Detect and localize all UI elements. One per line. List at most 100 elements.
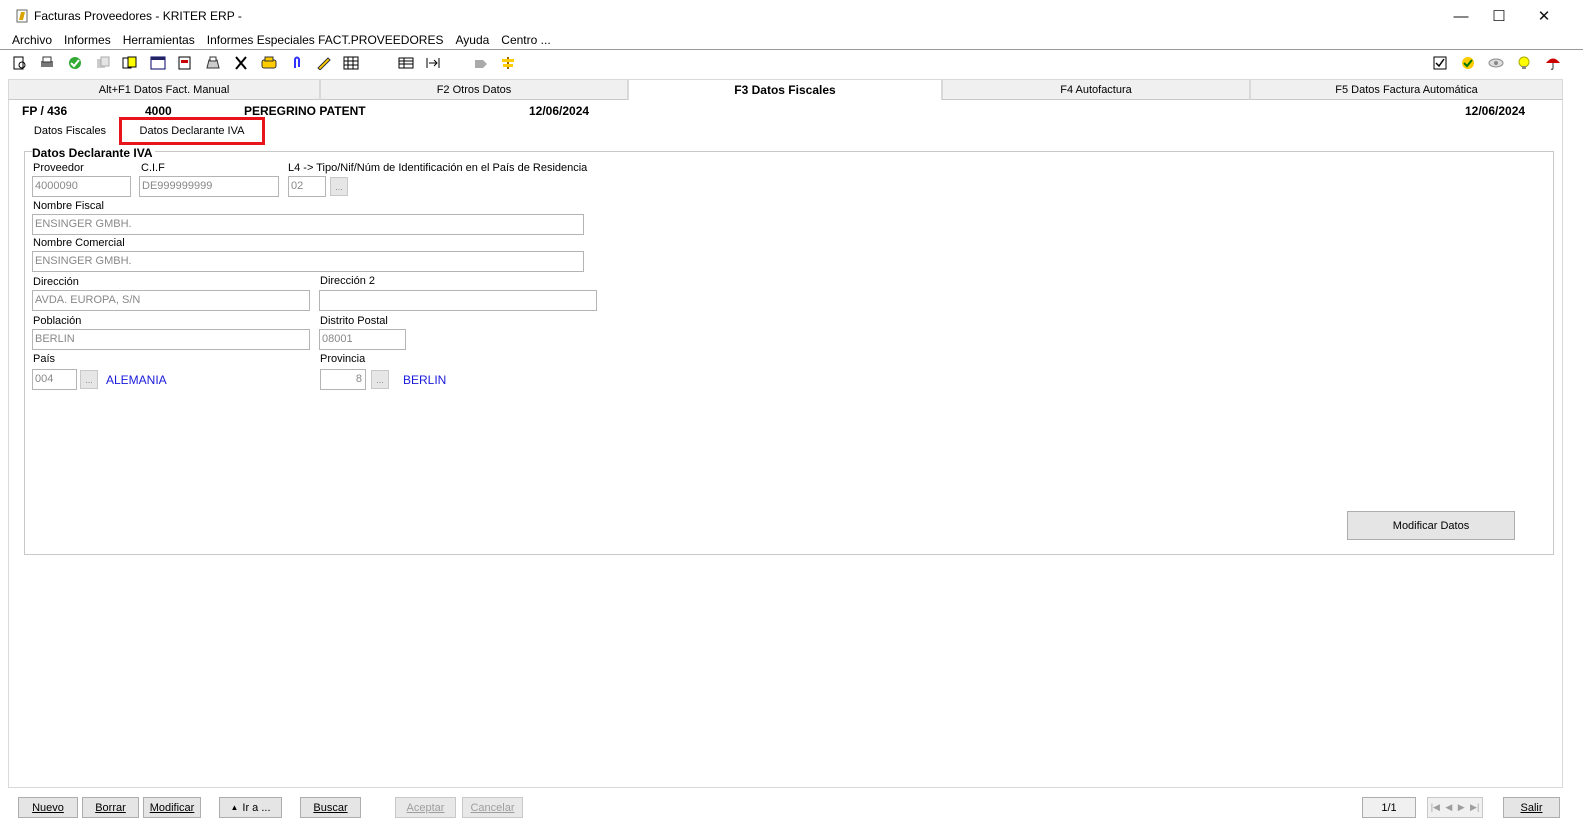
proveedor-label: Proveedor (33, 162, 84, 174)
aceptar-label: Aceptar (406, 801, 445, 814)
first-record-icon[interactable]: |◀ (1431, 802, 1440, 813)
subtab-label: Datos Declarante IVA (139, 125, 245, 137)
distrito-postal-label: Distrito Postal (320, 315, 388, 327)
minimize-icon: — (1453, 7, 1469, 25)
cancelar-button[interactable]: Cancelar (462, 797, 523, 818)
modificar-datos-button[interactable]: Modificar Datos (1347, 511, 1515, 540)
provincia-lookup-button[interactable]: ... (371, 370, 389, 389)
next-record-icon[interactable]: ▶ (1458, 802, 1465, 813)
lightbulb-icon[interactable] (1516, 55, 1532, 71)
l4-lookup-button[interactable]: ... (330, 177, 348, 196)
tab-datos-fact-manual[interactable]: Alt+F1 Datos Fact. Manual (8, 79, 320, 100)
provincia-field[interactable]: 8 (320, 369, 366, 390)
fit-icon[interactable] (425, 55, 441, 71)
tab-label: Alt+F1 Datos Fact. Manual (98, 83, 230, 96)
maximize-button[interactable]: ☐ (1476, 4, 1522, 28)
maximize-icon: ☐ (1492, 8, 1506, 25)
nombre-comercial-label: Nombre Comercial (33, 237, 125, 249)
tab-autofactura[interactable]: F4 Autofactura (942, 79, 1250, 100)
signpost-icon[interactable] (500, 55, 516, 71)
window-title: Facturas Proveedores - KRITER ERP - (34, 9, 242, 23)
menu-ayuda[interactable]: Ayuda (449, 31, 495, 49)
report-icon[interactable] (177, 55, 193, 71)
nombre-fiscal-field[interactable]: ENSINGER GMBH. (32, 214, 584, 235)
modificar-button[interactable]: Modificar (143, 797, 201, 818)
ir-a-button[interactable]: ▲ Ir a ... (219, 797, 282, 818)
preview-icon[interactable] (12, 55, 28, 71)
toolbar (0, 51, 1583, 75)
tab-label: F2 Otros Datos (436, 83, 512, 96)
phone-icon[interactable] (261, 55, 277, 71)
menu-herramientas[interactable]: Herramientas (117, 31, 201, 49)
direccion-label: Dirección (33, 276, 79, 288)
nuevo-button[interactable]: Nuevo (18, 797, 78, 818)
close-icon: ✕ (1537, 8, 1551, 25)
scissors-icon[interactable] (233, 55, 249, 71)
subtab-datos-fiscales[interactable]: Datos Fiscales (22, 121, 118, 141)
checkbox-icon[interactable] (1432, 55, 1448, 71)
modificar-label: Modificar (149, 801, 195, 814)
buscar-label: Buscar (313, 801, 348, 814)
close-button[interactable]: ✕ (1521, 4, 1567, 28)
registration-date: 12/06/2024 (1465, 104, 1526, 118)
umbrella-icon[interactable] (1545, 55, 1561, 71)
record-navigation: |◀ ◀ ▶ ▶| (1427, 797, 1483, 818)
poblacion-label: Población (33, 315, 82, 327)
last-record-icon[interactable]: ▶| (1470, 802, 1479, 813)
app-icon (16, 9, 30, 23)
provincia-label: Provincia (320, 353, 366, 365)
ir-a-label: Ir a ... (242, 801, 271, 814)
distrito-postal-field[interactable]: 08001 (319, 329, 406, 350)
tab-datos-factura-automatica[interactable]: F5 Datos Factura Automática (1250, 79, 1563, 100)
menu-archivo[interactable]: Archivo (6, 31, 58, 49)
table-icon[interactable] (398, 55, 414, 71)
check-icon[interactable] (67, 55, 83, 71)
printer-icon[interactable] (205, 55, 221, 71)
borrar-button[interactable]: Borrar (82, 797, 139, 818)
direccion-field[interactable]: AVDA. EUROPA, S/N (32, 290, 310, 311)
cif-field[interactable]: DE999999999 (139, 176, 279, 197)
tab-label: F4 Autofactura (1060, 83, 1132, 96)
proveedor-field[interactable]: 4000090 (32, 176, 131, 197)
pencil-icon[interactable] (316, 55, 332, 71)
tag-icon[interactable] (473, 55, 489, 71)
nombre-comercial-field[interactable]: ENSINGER GMBH. (32, 251, 584, 272)
record-pager: 1/1 (1362, 797, 1416, 818)
up-arrow-icon: ▲ (230, 803, 239, 812)
menu-centro[interactable]: Centro ... (495, 31, 556, 49)
tab-otros-datos[interactable]: F2 Otros Datos (320, 79, 628, 100)
buscar-button[interactable]: Buscar (300, 797, 361, 818)
nombre-fiscal-label: Nombre Fiscal (33, 200, 104, 212)
approve-icon[interactable] (1460, 55, 1476, 71)
grid-icon[interactable] (343, 55, 359, 71)
pais-field[interactable]: 004 (32, 369, 77, 390)
prev-record-icon[interactable]: ◀ (1445, 802, 1452, 813)
declarante-groupbox (24, 151, 1554, 555)
pais-lookup-button[interactable]: ... (80, 370, 98, 389)
aceptar-button[interactable]: Aceptar (395, 797, 456, 818)
calendar-icon[interactable] (150, 55, 166, 71)
salir-label: Salir (1520, 801, 1543, 814)
cif-label: C.I.F (141, 162, 165, 174)
group-title: Datos Declarante IVA (32, 146, 155, 160)
eye-icon[interactable] (1488, 55, 1504, 71)
supplier-code: 4000 (145, 104, 172, 118)
pais-name: ALEMANIA (106, 373, 167, 387)
attachment-icon[interactable] (289, 55, 305, 71)
documents-icon[interactable] (122, 55, 138, 71)
salir-button[interactable]: Salir (1503, 797, 1560, 818)
invoice-date: 12/06/2024 (529, 104, 590, 118)
menu-informes[interactable]: Informes (58, 31, 117, 49)
poblacion-field[interactable]: BERLIN (32, 329, 310, 350)
direccion2-label: Dirección 2 (320, 275, 376, 287)
tab-label: F5 Datos Factura Automática (1335, 83, 1478, 96)
copy-icon[interactable] (95, 55, 111, 71)
subtab-label: Datos Fiscales (33, 125, 107, 137)
subtab-datos-declarante-iva[interactable]: Datos Declarante IVA (122, 121, 262, 141)
tab-datos-fiscales[interactable]: F3 Datos Fiscales (628, 79, 942, 100)
l4-label: L4 -> Tipo/Nif/Núm de Identificación en … (288, 162, 588, 174)
l4-field[interactable]: 02 (288, 176, 326, 197)
print-icon[interactable] (39, 55, 55, 71)
direccion2-field[interactable] (319, 290, 597, 311)
menu-informes-especiales[interactable]: Informes Especiales FACT.PROVEEDORES (201, 31, 450, 49)
